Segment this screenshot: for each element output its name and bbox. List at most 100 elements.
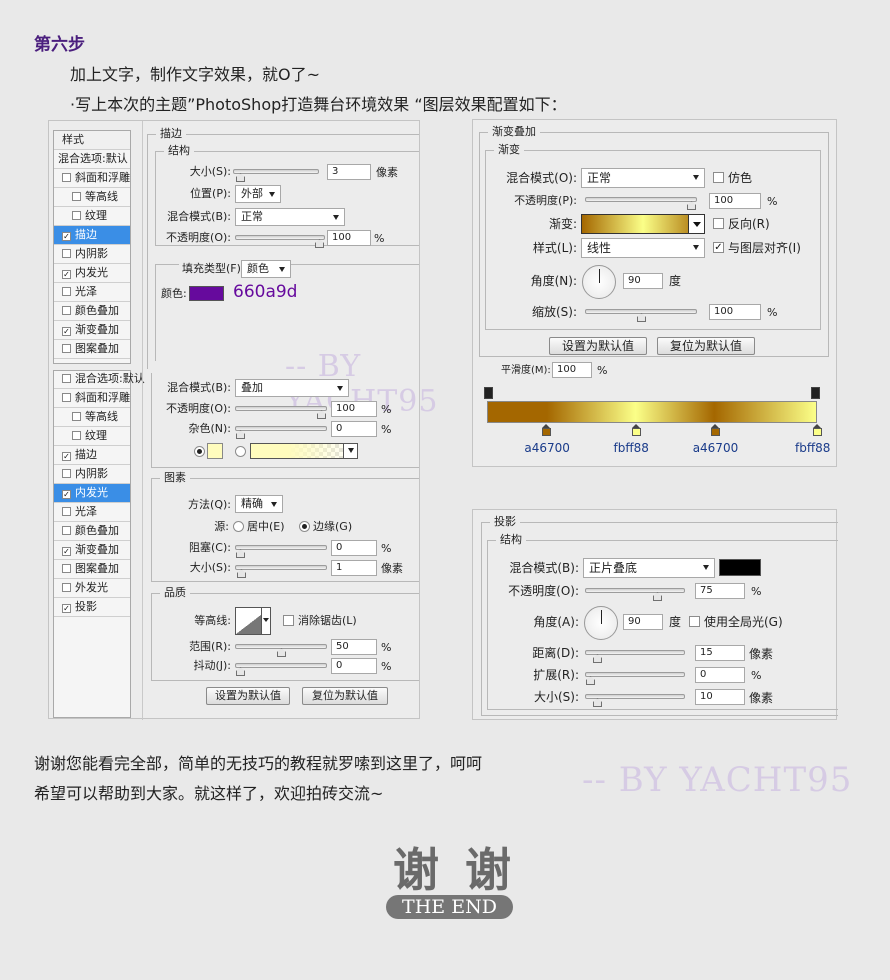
grad-scale-input[interactable]: 100	[709, 304, 761, 320]
glow-jitter-slider[interactable]	[235, 663, 327, 676]
checkbox-checked-icon[interactable]: ✓	[62, 452, 71, 461]
glow-noise-slider[interactable]	[235, 426, 327, 439]
checkbox-icon[interactable]	[62, 374, 71, 383]
gradient-color-stop[interactable]	[542, 424, 552, 436]
style-list-1-item[interactable]: ✓ 描边	[54, 226, 130, 245]
gradient-color-stop[interactable]	[710, 424, 720, 436]
shadow-spread-slider[interactable]	[585, 672, 685, 685]
grad-angle-input[interactable]: 90	[623, 273, 663, 289]
grad-style-select[interactable]: 线性	[581, 238, 705, 258]
chevron-down-icon[interactable]	[261, 608, 270, 634]
glow-opacity-slider[interactable]	[235, 406, 327, 419]
grad-opacity-slider[interactable]	[585, 197, 697, 210]
style-list-1-item[interactable]: 混合选项:默认	[54, 150, 130, 169]
glow-gradient-radio[interactable]	[235, 446, 246, 457]
style-list-2-item[interactable]: 斜面和浮雕	[54, 389, 130, 408]
checkbox-icon[interactable]	[72, 431, 81, 440]
style-list-1-item[interactable]: ✓ 内发光	[54, 264, 130, 283]
style-list-2-item[interactable]: 内阴影	[54, 465, 130, 484]
glow-source-edge-radio[interactable]	[299, 521, 310, 532]
checkbox-icon[interactable]	[62, 583, 71, 592]
glow-jitter-input[interactable]: 0	[331, 658, 377, 674]
chevron-down-icon[interactable]	[688, 215, 704, 233]
grad-smooth-input[interactable]: 100	[552, 362, 592, 378]
checkbox-icon[interactable]	[62, 344, 71, 353]
checkbox-icon[interactable]	[62, 526, 71, 535]
style-list-1-item[interactable]: 等高线	[54, 188, 130, 207]
shadow-angle-dial[interactable]	[584, 606, 618, 640]
style-list-1-item[interactable]: 斜面和浮雕	[54, 169, 130, 188]
style-list-1-item[interactable]: 纹理	[54, 207, 130, 226]
checkbox-icon[interactable]	[62, 287, 71, 296]
grad-angle-dial[interactable]	[582, 265, 616, 299]
style-list-2-item[interactable]: 混合选项:默认	[54, 370, 145, 389]
glow-blend-select[interactable]: 叠加	[235, 379, 349, 397]
grad-blend-select[interactable]: 正常	[581, 168, 705, 188]
shadow-angle-input[interactable]: 90	[623, 614, 663, 630]
stroke-fill-select[interactable]: 颜色	[241, 260, 291, 278]
checkbox-icon[interactable]	[62, 393, 71, 402]
stroke-blend-select[interactable]: 正常	[235, 208, 345, 226]
grad-align-checkbox[interactable]: ✓	[713, 242, 724, 253]
stroke-size-slider[interactable]	[233, 169, 319, 182]
style-list-2-item[interactable]: 纹理	[54, 427, 130, 446]
grad-opacity-input[interactable]: 100	[709, 193, 761, 209]
grad-dither-checkbox[interactable]	[713, 172, 724, 183]
checkbox-checked-icon[interactable]: ✓	[62, 547, 71, 556]
grad-gradient-picker[interactable]	[581, 214, 705, 234]
style-list-2-item[interactable]: 光泽	[54, 503, 130, 522]
grad-set-default-button[interactable]: 设置为默认值	[549, 337, 647, 355]
opacity-stop-right[interactable]	[811, 387, 820, 399]
stroke-position-select[interactable]: 外部	[235, 185, 281, 203]
glow-method-select[interactable]: 精确	[235, 495, 283, 513]
shadow-size-slider[interactable]	[585, 694, 685, 707]
opacity-stop-left[interactable]	[484, 387, 493, 399]
shadow-distance-input[interactable]: 15	[695, 645, 745, 661]
checkbox-checked-icon[interactable]: ✓	[62, 232, 71, 241]
style-list-1-item[interactable]: 光泽	[54, 283, 130, 302]
checkbox-icon[interactable]	[62, 507, 71, 516]
shadow-global-light-checkbox[interactable]	[689, 616, 700, 627]
checkbox-icon[interactable]	[62, 469, 71, 478]
checkbox-checked-icon[interactable]: ✓	[62, 604, 71, 613]
style-list-2-item[interactable]: ✓ 描边	[54, 446, 130, 465]
glow-size-input[interactable]: 1	[331, 560, 377, 576]
style-list-1-item[interactable]: 内阴影	[54, 245, 130, 264]
chevron-down-icon[interactable]	[343, 444, 357, 458]
glow-opacity-input[interactable]: 100	[331, 401, 377, 417]
stroke-size-input[interactable]: 3	[327, 164, 371, 180]
glow-reset-default-button[interactable]: 复位为默认值	[302, 687, 388, 705]
glow-contour-picker[interactable]	[235, 607, 271, 635]
shadow-size-input[interactable]: 10	[695, 689, 745, 705]
shadow-opacity-input[interactable]: 75	[695, 583, 745, 599]
stroke-color-swatch[interactable]	[189, 286, 224, 301]
grad-scale-slider[interactable]	[585, 309, 697, 322]
style-list-1-item[interactable]: 图案叠加	[54, 340, 130, 359]
gradient-color-stop[interactable]	[631, 424, 641, 436]
checkbox-icon[interactable]	[62, 173, 71, 182]
stroke-opacity-input[interactable]: 100	[327, 230, 371, 246]
glow-choke-input[interactable]: 0	[331, 540, 377, 556]
style-list-1-item[interactable]: 颜色叠加	[54, 302, 130, 321]
checkbox-checked-icon[interactable]: ✓	[62, 490, 71, 499]
shadow-color-swatch[interactable]	[719, 559, 761, 576]
style-list-2-item[interactable]: ✓ 内发光	[54, 484, 130, 503]
glow-color-swatch[interactable]	[207, 443, 223, 459]
glow-noise-input[interactable]: 0	[331, 421, 377, 437]
glow-size-slider[interactable]	[235, 565, 327, 578]
shadow-spread-input[interactable]: 0	[695, 667, 745, 683]
checkbox-icon[interactable]	[72, 211, 81, 220]
glow-set-default-button[interactable]: 设置为默认值	[206, 687, 290, 705]
style-list-1-item[interactable]: ✓ 渐变叠加	[54, 321, 130, 340]
checkbox-icon[interactable]	[72, 192, 81, 201]
style-list-2-item[interactable]: ✓ 投影	[54, 598, 130, 617]
checkbox-icon[interactable]	[62, 249, 71, 258]
shadow-blend-select[interactable]: 正片叠底	[583, 558, 715, 578]
grad-reverse-checkbox[interactable]	[713, 218, 724, 229]
style-list-2-item[interactable]: 颜色叠加	[54, 522, 130, 541]
checkbox-icon[interactable]	[62, 564, 71, 573]
glow-choke-slider[interactable]	[235, 545, 327, 558]
checkbox-checked-icon[interactable]: ✓	[62, 270, 71, 279]
glow-range-input[interactable]: 50	[331, 639, 377, 655]
checkbox-icon[interactable]	[62, 306, 71, 315]
